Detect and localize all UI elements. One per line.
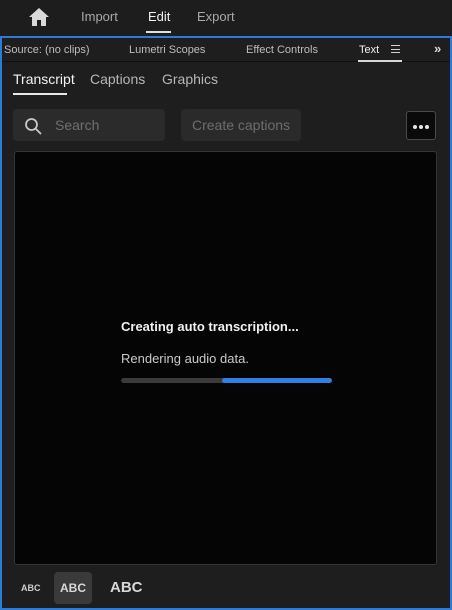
text-panel: Source: (no clips) Lumetri Scopes Effect… xyxy=(0,36,452,610)
panel-tab-strip: Source: (no clips) Lumetri Scopes Effect… xyxy=(2,38,450,62)
nav-active-indicator xyxy=(146,31,171,33)
hamburger-menu-icon[interactable] xyxy=(391,45,400,53)
subtab-active-indicator xyxy=(13,93,67,95)
create-captions-button[interactable]: Create captions xyxy=(181,109,301,141)
nav-edit[interactable]: Edit xyxy=(148,9,170,24)
tab-active-indicator xyxy=(358,60,402,62)
status-title: Creating auto transcription... xyxy=(121,319,299,334)
workspace-bar: Import Edit Export xyxy=(0,0,452,34)
progress-bar-fill xyxy=(222,378,332,383)
tab-lumetri-scopes[interactable]: Lumetri Scopes xyxy=(129,44,205,56)
subtab-captions[interactable]: Captions xyxy=(90,71,145,87)
tab-text[interactable]: Text xyxy=(359,44,379,56)
text-size-small-button[interactable]: ABC xyxy=(21,583,41,593)
search-icon xyxy=(25,118,42,135)
subtab-transcript[interactable]: Transcript xyxy=(13,71,75,87)
more-options-icon[interactable] xyxy=(406,111,436,140)
nav-import[interactable]: Import xyxy=(81,9,118,24)
home-icon[interactable] xyxy=(28,7,50,27)
search-input[interactable] xyxy=(55,115,159,135)
tab-source[interactable]: Source: (no clips) xyxy=(4,44,90,56)
status-subtitle: Rendering audio data. xyxy=(121,351,249,366)
double-chevron-right-icon[interactable]: » xyxy=(434,41,441,56)
search-box[interactable] xyxy=(13,109,165,141)
transcript-content-area: Creating auto transcription... Rendering… xyxy=(14,151,437,565)
progress-bar xyxy=(121,378,332,383)
nav-export[interactable]: Export xyxy=(197,9,235,24)
text-size-medium-button[interactable]: ABC xyxy=(54,572,92,604)
subtab-graphics[interactable]: Graphics xyxy=(162,71,218,87)
text-size-large-button[interactable]: ABC xyxy=(110,579,143,596)
tab-effect-controls[interactable]: Effect Controls xyxy=(246,44,318,56)
